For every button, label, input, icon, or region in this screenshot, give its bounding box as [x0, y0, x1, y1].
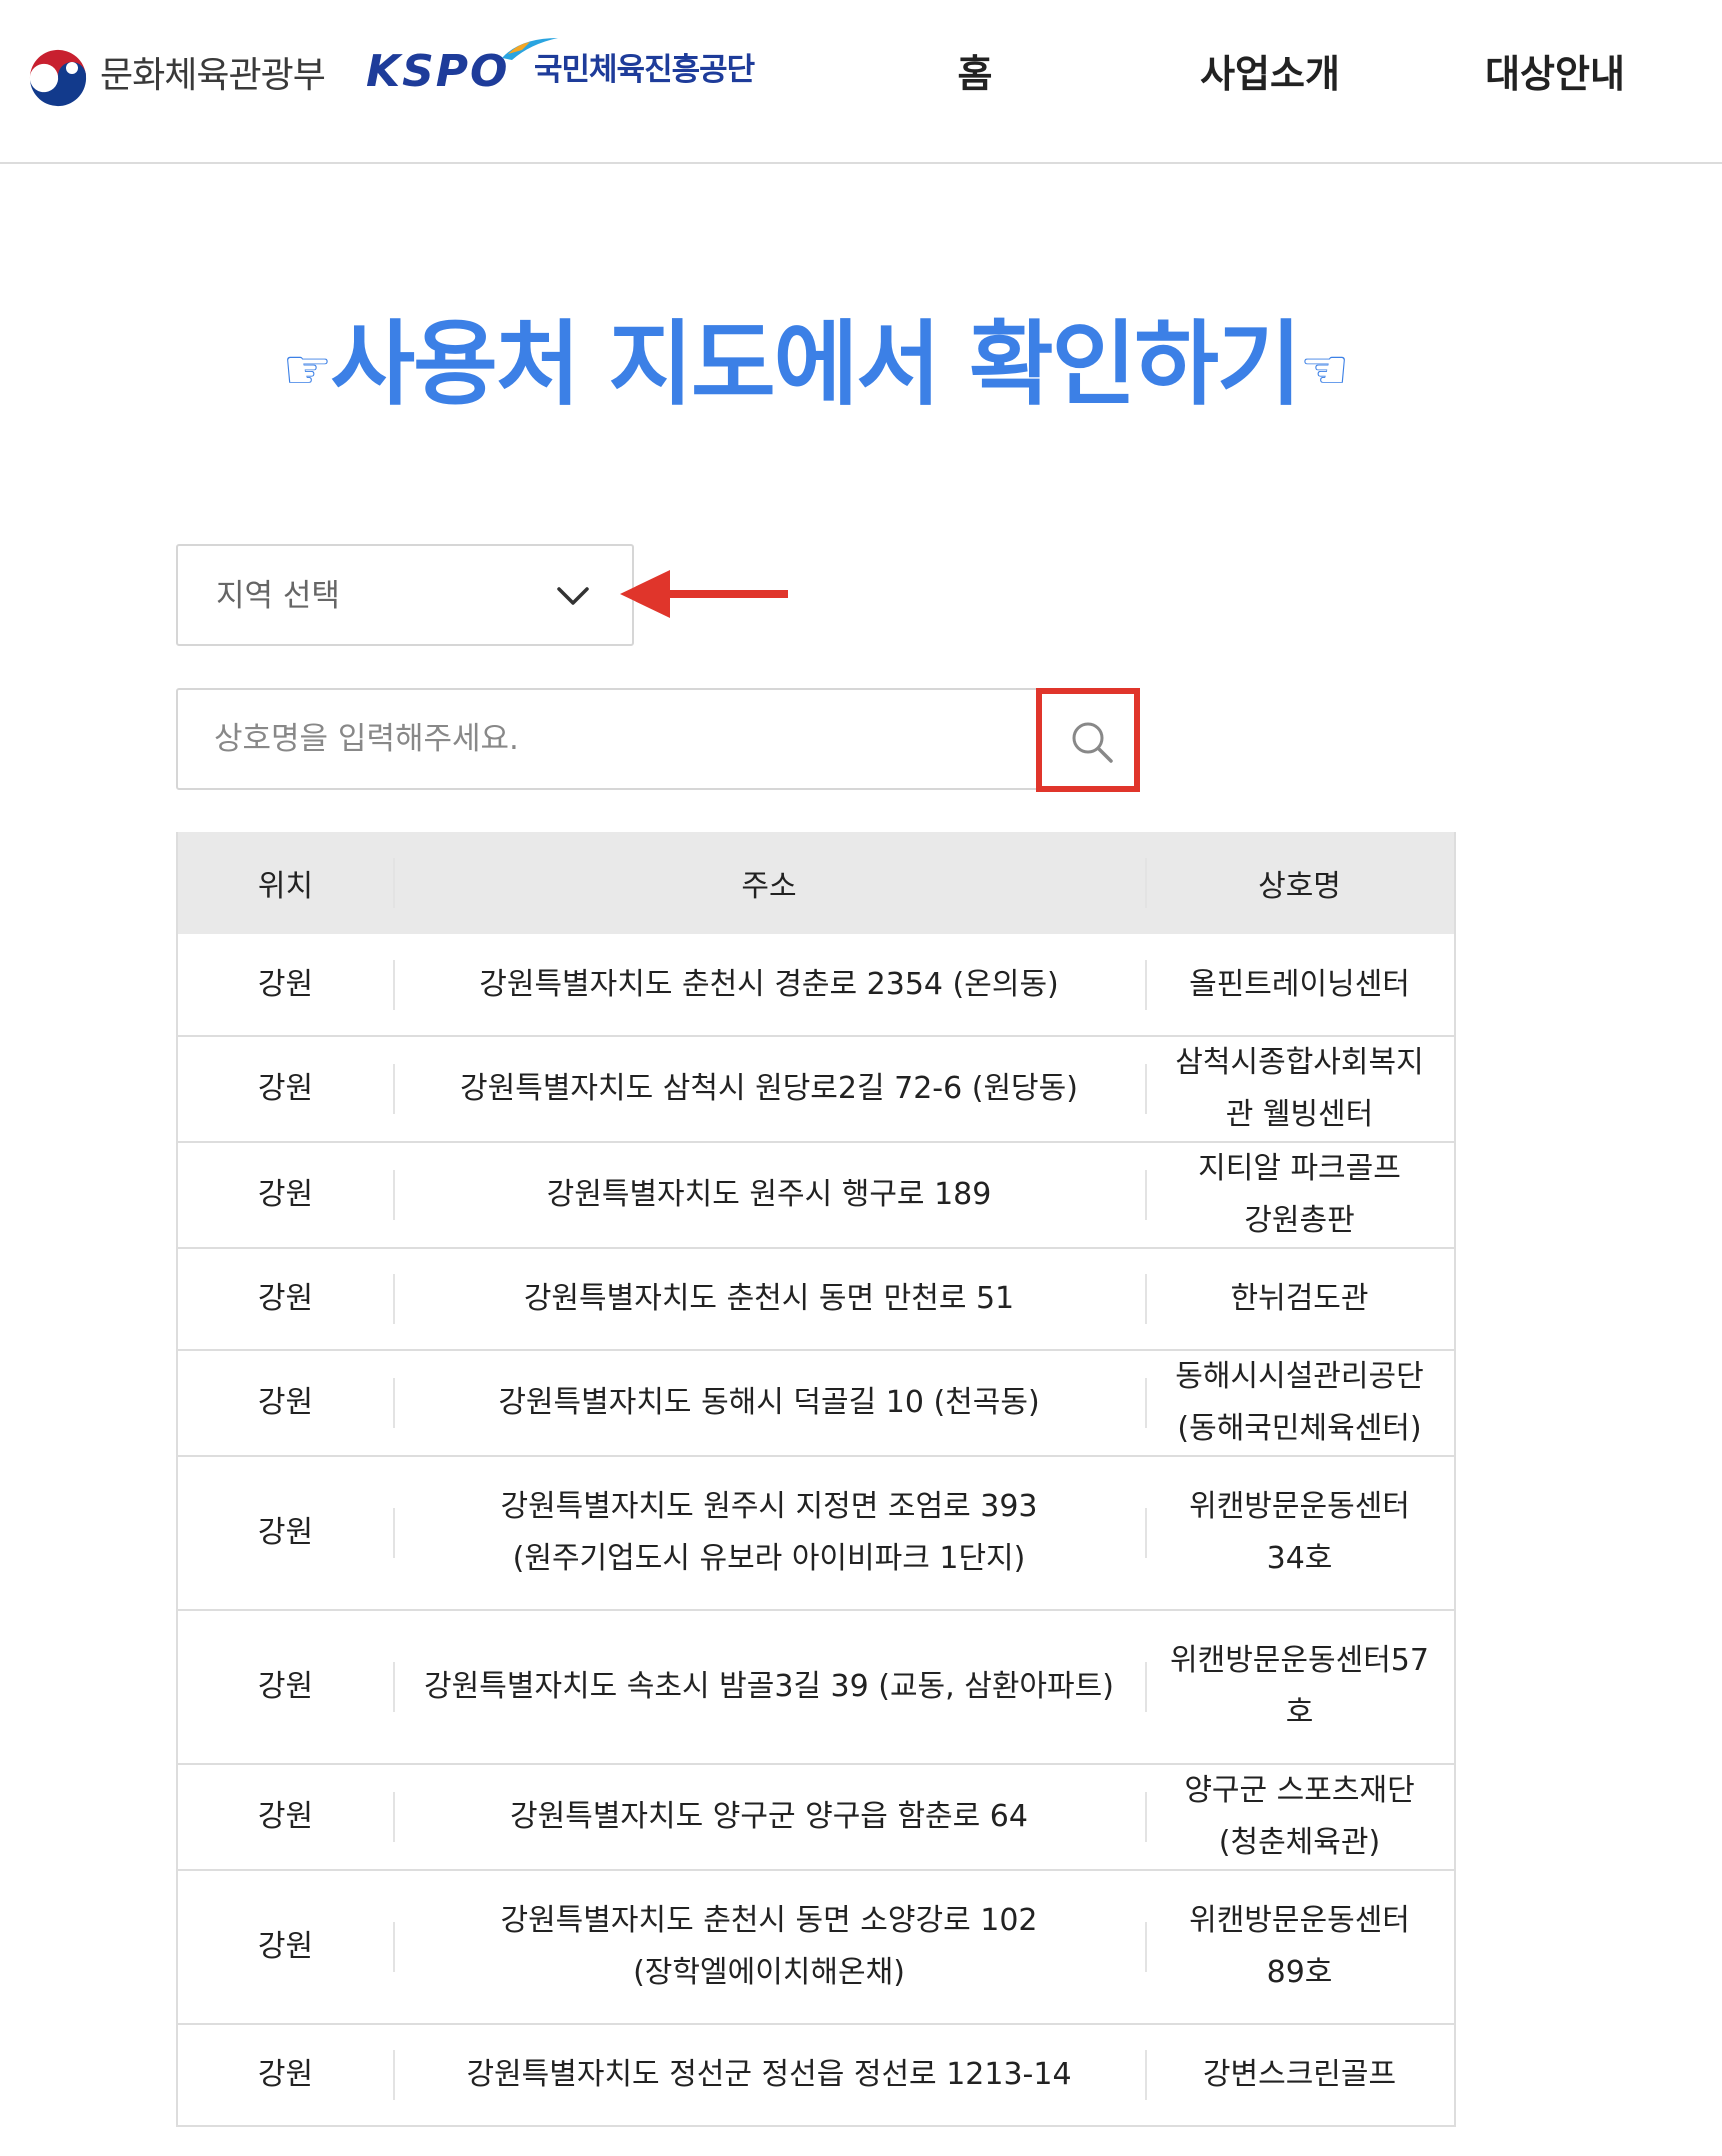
- search-box: [176, 688, 1138, 790]
- cell-address: 강원특별자치도 정선군 정선읍 정선로 1213-14: [393, 2024, 1145, 2127]
- cell-address: 강원특별자치도 춘천시 동면 소양강로 102 (장학엘에이치해온채): [393, 1870, 1145, 2025]
- cell-address: 강원특별자치도 삼척시 원당로2길 72-6 (원당동): [393, 1036, 1145, 1143]
- table-row[interactable]: 강원 강원특별자치도 양구군 양구읍 함춘로 64 양구군 스포츠재단 (청춘체…: [177, 1764, 1455, 1871]
- cell-store-name[interactable]: 올핀트레이닝센터: [1145, 934, 1455, 1037]
- chevron-down-icon: [557, 587, 589, 605]
- cell-address: 강원특별자치도 춘천시 경춘로 2354 (온의동): [393, 934, 1145, 1037]
- table-row[interactable]: 강원 강원특별자치도 삼척시 원당로2길 72-6 (원당동) 삼척시종합사회복…: [177, 1036, 1455, 1143]
- header-store-name: 상호명: [1145, 832, 1455, 934]
- kspo-name[interactable]: 국민체육진흥공단: [534, 50, 755, 90]
- nav-target-guide[interactable]: 대상안내: [1450, 44, 1660, 104]
- header-address: 주소: [393, 832, 1145, 934]
- cell-location: 강원: [177, 1248, 393, 1351]
- cell-store-name[interactable]: 위캔방문운동센터57호: [1145, 1610, 1455, 1765]
- ministry-name[interactable]: 문화체육관광부: [100, 48, 326, 104]
- cell-address: 강원특별자치도 동해시 덕골길 10 (천곡동): [393, 1350, 1145, 1457]
- table-row[interactable]: 강원 강원특별자치도 원주시 행구로 189 지티알 파크골프 강원총판: [177, 1142, 1455, 1249]
- cell-location: 강원: [177, 1870, 393, 2025]
- cell-address: 강원특별자치도 속초시 밤골3길 39 (교동, 삼환아파트): [393, 1610, 1145, 1765]
- search-input[interactable]: [214, 710, 1054, 768]
- cell-address: 강원특별자치도 원주시 지정면 조엄로 393 (원주기업도시 유보라 아이비파…: [393, 1456, 1145, 1611]
- cell-location: 강원: [177, 1142, 393, 1249]
- cell-location: 강원: [177, 1456, 393, 1611]
- cell-address: 강원특별자치도 춘천시 동면 만천로 51: [393, 1248, 1145, 1351]
- page-title-text: 사용처 지도에서 확인하기: [330, 311, 1301, 418]
- search-button[interactable]: [1036, 688, 1140, 792]
- cell-store-name[interactable]: 동해시시설관리공단 (동해국민체육센터): [1145, 1350, 1455, 1457]
- table-row[interactable]: 강원 강원특별자치도 춘천시 동면 소양강로 102 (장학엘에이치해온채) 위…: [177, 1870, 1455, 2025]
- cell-location: 강원: [177, 1036, 393, 1143]
- page-title: ☞사용처 지도에서 확인하기☜: [200, 300, 1430, 436]
- cell-address: 강원특별자치도 양구군 양구읍 함춘로 64: [393, 1764, 1145, 1871]
- nav-home[interactable]: 홈: [930, 44, 1020, 104]
- cell-store-name[interactable]: 강변스크린골프: [1145, 2024, 1455, 2127]
- taegeuk-logo-icon[interactable]: [26, 44, 90, 108]
- site-header: 문화체육관광부 KSPO 국민체육진흥공단 홈 사업소개 대상안내: [0, 0, 1722, 164]
- pointing-right-hand-icon: ☞: [282, 337, 332, 403]
- table-row[interactable]: 강원 강원특별자치도 춘천시 동면 만천로 51 한뉘검도관: [177, 1248, 1455, 1351]
- cell-location: 강원: [177, 2024, 393, 2127]
- cell-store-name[interactable]: 위캔방문운동센터 89호: [1145, 1870, 1455, 2025]
- cell-location: 강원: [177, 934, 393, 1037]
- table-row[interactable]: 강원 강원특별자치도 춘천시 경춘로 2354 (온의동) 올핀트레이닝센터: [177, 934, 1455, 1037]
- cell-location: 강원: [177, 1610, 393, 1765]
- cell-store-name[interactable]: 한뉘검도관: [1145, 1248, 1455, 1351]
- cell-store-name[interactable]: 위캔방문운동센터 34호: [1145, 1456, 1455, 1611]
- cell-address: 강원특별자치도 원주시 행구로 189: [393, 1142, 1145, 1249]
- search-icon: [1072, 722, 1113, 763]
- region-select[interactable]: 지역 선택: [176, 544, 634, 646]
- store-table: 위치 주소 상호명 강원 강원특별자치도 춘천시 경춘로 2354 (온의동) …: [176, 832, 1456, 2127]
- cell-store-name[interactable]: 삼척시종합사회복지관 웰빙센터: [1145, 1036, 1455, 1143]
- cell-store-name[interactable]: 지티알 파크골프 강원총판: [1145, 1142, 1455, 1249]
- table-row[interactable]: 강원 강원특별자치도 동해시 덕골길 10 (천곡동) 동해시시설관리공단 (동…: [177, 1350, 1455, 1457]
- table-row[interactable]: 강원 강원특별자치도 원주시 지정면 조엄로 393 (원주기업도시 유보라 아…: [177, 1456, 1455, 1611]
- pointing-left-hand-icon: ☜: [1299, 337, 1350, 403]
- cell-location: 강원: [177, 1764, 393, 1871]
- table-row[interactable]: 강원 강원특별자치도 정선군 정선읍 정선로 1213-14 강변스크린골프: [177, 2024, 1455, 2127]
- cell-store-name[interactable]: 양구군 스포츠재단 (청춘체육관): [1145, 1764, 1455, 1871]
- region-select-label: 지역 선택: [216, 578, 340, 614]
- header-location: 위치: [177, 832, 393, 934]
- nav-business-intro[interactable]: 사업소개: [1170, 44, 1370, 104]
- annotation-arrow-icon: [620, 570, 788, 618]
- table-row[interactable]: 강원 강원특별자치도 속초시 밤골3길 39 (교동, 삼환아파트) 위캔방문운…: [177, 1610, 1455, 1765]
- kspo-logo[interactable]: KSPO: [366, 40, 509, 104]
- cell-location: 강원: [177, 1350, 393, 1457]
- table-header-row: 위치 주소 상호명: [177, 832, 1455, 934]
